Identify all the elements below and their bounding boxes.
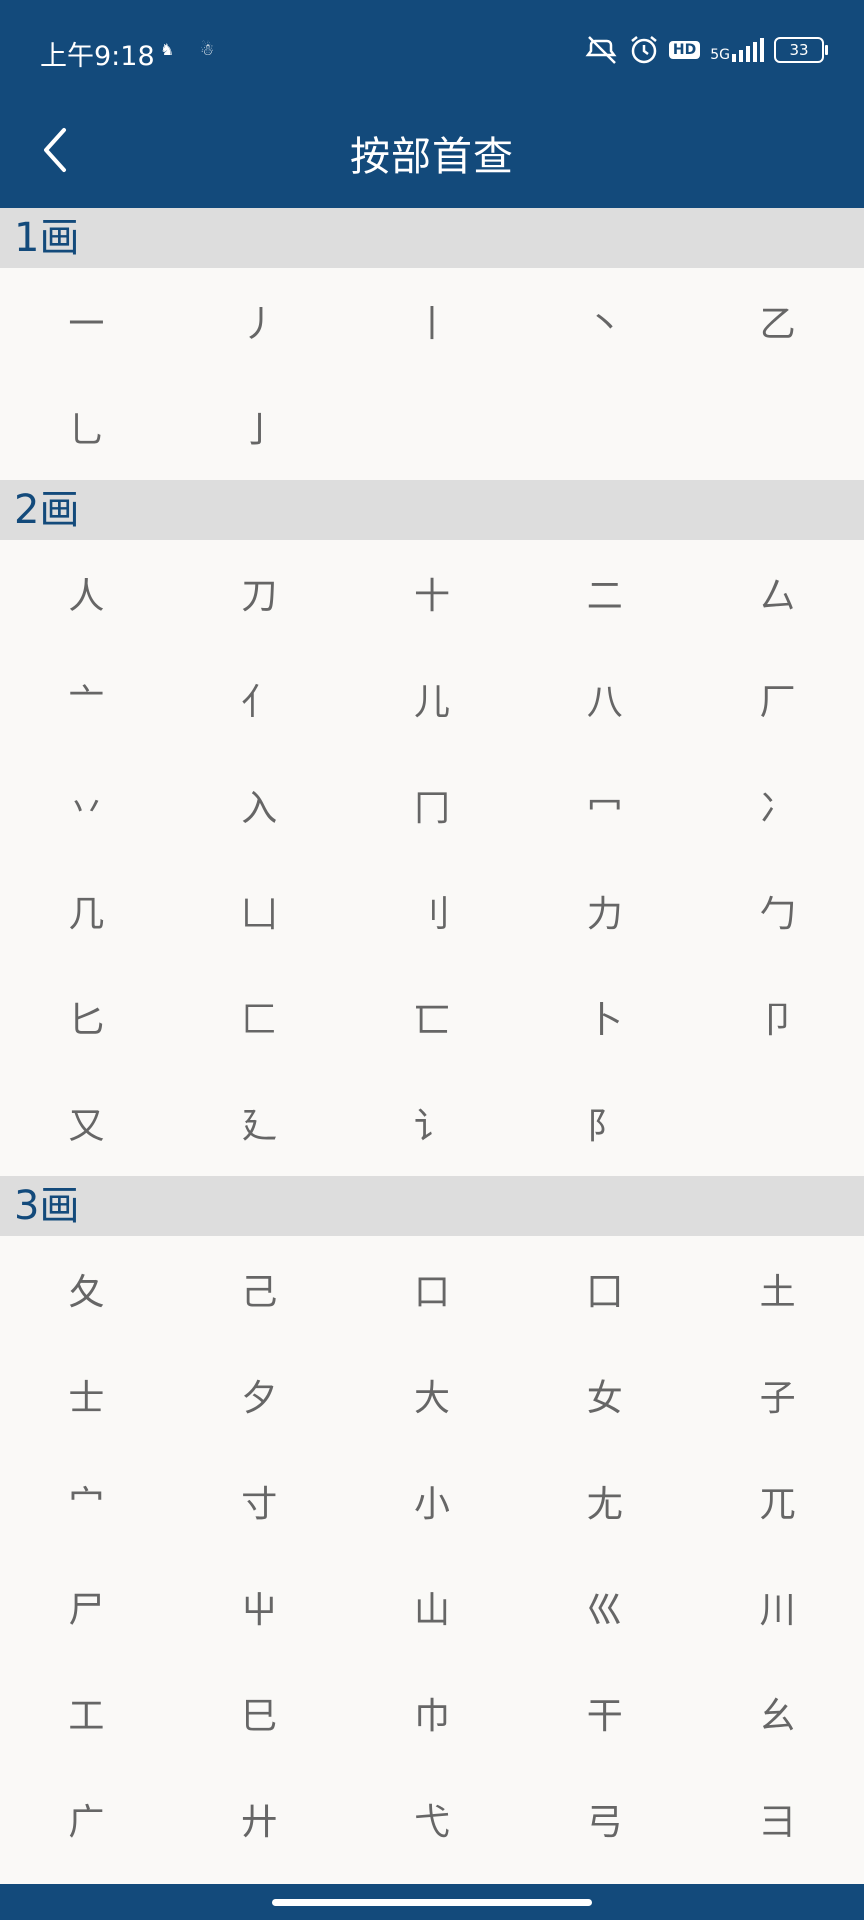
radical-item[interactable]: 刂	[346, 858, 519, 964]
radical-item[interactable]: 己	[173, 1236, 346, 1342]
radical-item[interactable]: 廴	[173, 1070, 346, 1176]
radical-item[interactable]: 士	[0, 1342, 173, 1448]
radical-item[interactable]: 亅	[173, 374, 346, 480]
radical-item[interactable]: 十	[346, 540, 519, 646]
radical-item[interactable]: 夂	[0, 1236, 173, 1342]
radical-item[interactable]: 广	[0, 1766, 173, 1872]
radical-item[interactable]: 几	[0, 858, 173, 964]
radical-item[interactable]: 弋	[346, 1766, 519, 1872]
radical-item[interactable]: 亻	[173, 646, 346, 752]
page-title: 按部首查	[350, 134, 514, 180]
signal-icon: 5G	[710, 38, 764, 62]
radical-item[interactable]: 夕	[173, 1342, 346, 1448]
radical-item[interactable]: 勹	[691, 858, 864, 964]
radical-grid: 人刀十二厶亠亻儿八厂丷入冂冖冫几凵刂力勹匕匚匸卜卩又廴讠阝	[0, 540, 864, 1176]
status-icons: HD 5G 33	[585, 30, 828, 70]
radical-item[interactable]: 宀	[0, 1448, 173, 1554]
radical-item[interactable]: 厶	[691, 540, 864, 646]
stroke-count-header: 1画	[0, 208, 864, 268]
radical-item[interactable]: 丷	[0, 752, 173, 858]
hd-icon: HD	[668, 41, 701, 59]
radical-item[interactable]: 二	[518, 540, 691, 646]
radical-item[interactable]: 囗	[518, 1236, 691, 1342]
radical-item[interactable]: 尸	[0, 1554, 173, 1660]
radical-grid: 一丿丨丶乙乚亅	[0, 268, 864, 480]
radical-item[interactable]: 冖	[518, 752, 691, 858]
radical-item[interactable]: 人	[0, 540, 173, 646]
radical-item[interactable]: 屮	[173, 1554, 346, 1660]
radical-item[interactable]: 口	[346, 1236, 519, 1342]
radical-item[interactable]: 匸	[346, 964, 519, 1070]
radical-item[interactable]: 巾	[346, 1660, 519, 1766]
title-bar: 按部首查	[0, 100, 864, 208]
radical-item[interactable]: 廾	[173, 1766, 346, 1872]
radical-item[interactable]: 丨	[346, 268, 519, 374]
navigation-bar	[0, 1884, 864, 1920]
battery-icon: 33	[774, 37, 828, 63]
radical-item[interactable]: 巛	[518, 1554, 691, 1660]
radical-item[interactable]: 山	[346, 1554, 519, 1660]
radical-item[interactable]: 兀	[691, 1448, 864, 1554]
radical-item[interactable]: 乚	[0, 374, 173, 480]
radical-item[interactable]: 幺	[691, 1660, 864, 1766]
radical-item[interactable]: 卜	[518, 964, 691, 1070]
radical-item[interactable]: 小	[346, 1448, 519, 1554]
battery-level: 33	[789, 41, 809, 59]
notification-icon: ♞	[160, 40, 175, 59]
radical-item[interactable]: 儿	[346, 646, 519, 752]
radical-item[interactable]: 阝	[518, 1070, 691, 1176]
radical-item[interactable]: 寸	[173, 1448, 346, 1554]
alarm-icon	[631, 36, 657, 64]
radical-item[interactable]: 干	[518, 1660, 691, 1766]
radical-item[interactable]: 女	[518, 1342, 691, 1448]
radical-item[interactable]: 大	[346, 1342, 519, 1448]
radical-item[interactable]: 厂	[691, 646, 864, 752]
radical-item[interactable]: 讠	[346, 1070, 519, 1176]
radical-item[interactable]: 刀	[173, 540, 346, 646]
radical-item[interactable]: 力	[518, 858, 691, 964]
radical-item[interactable]: 土	[691, 1236, 864, 1342]
radical-item[interactable]: 彐	[691, 1766, 864, 1872]
radical-item[interactable]: 丿	[173, 268, 346, 374]
radical-list[interactable]: 1画一丿丨丶乙乚亅 2画人刀十二厶亠亻儿八厂丷入冂冖冫几凵刂力勹匕匚匸卜卩又廴讠阝…	[0, 208, 864, 1872]
radical-item[interactable]: 弓	[518, 1766, 691, 1872]
radical-item[interactable]: 巳	[173, 1660, 346, 1766]
stroke-count-header: 3画	[0, 1176, 864, 1236]
radical-item[interactable]: 亠	[0, 646, 173, 752]
radical-item[interactable]: 冫	[691, 752, 864, 858]
network-label: 5G	[710, 47, 730, 63]
radical-item[interactable]: 尢	[518, 1448, 691, 1554]
radical-item[interactable]: 乙	[691, 268, 864, 374]
notification-icon-2: ☃	[200, 40, 215, 59]
mute-vibrate-icon	[585, 36, 617, 64]
radical-item[interactable]: 川	[691, 1554, 864, 1660]
radical-item[interactable]: 冂	[346, 752, 519, 858]
radical-item[interactable]: 一	[0, 268, 173, 374]
status-time: 上午9:18	[40, 41, 155, 72]
radical-item[interactable]: 丶	[518, 268, 691, 374]
radical-item[interactable]: 工	[0, 1660, 173, 1766]
radical-item[interactable]: 匕	[0, 964, 173, 1070]
radical-item[interactable]: 入	[173, 752, 346, 858]
stroke-count-header: 2画	[0, 480, 864, 540]
radical-grid: 夂己口囗土士夕大女子宀寸小尢兀尸屮山巛川工巳巾干幺广廾弋弓彐	[0, 1236, 864, 1872]
radical-item[interactable]: 卩	[691, 964, 864, 1070]
radical-item[interactable]: 凵	[173, 858, 346, 964]
radical-item[interactable]: 八	[518, 646, 691, 752]
radical-item[interactable]: 子	[691, 1342, 864, 1448]
home-indicator[interactable]	[272, 1899, 592, 1906]
radical-item[interactable]: 匚	[173, 964, 346, 1070]
status-bar: 上午9:18 ♞ ☃ HD 5G 33	[0, 0, 864, 100]
radical-item[interactable]: 又	[0, 1070, 173, 1176]
